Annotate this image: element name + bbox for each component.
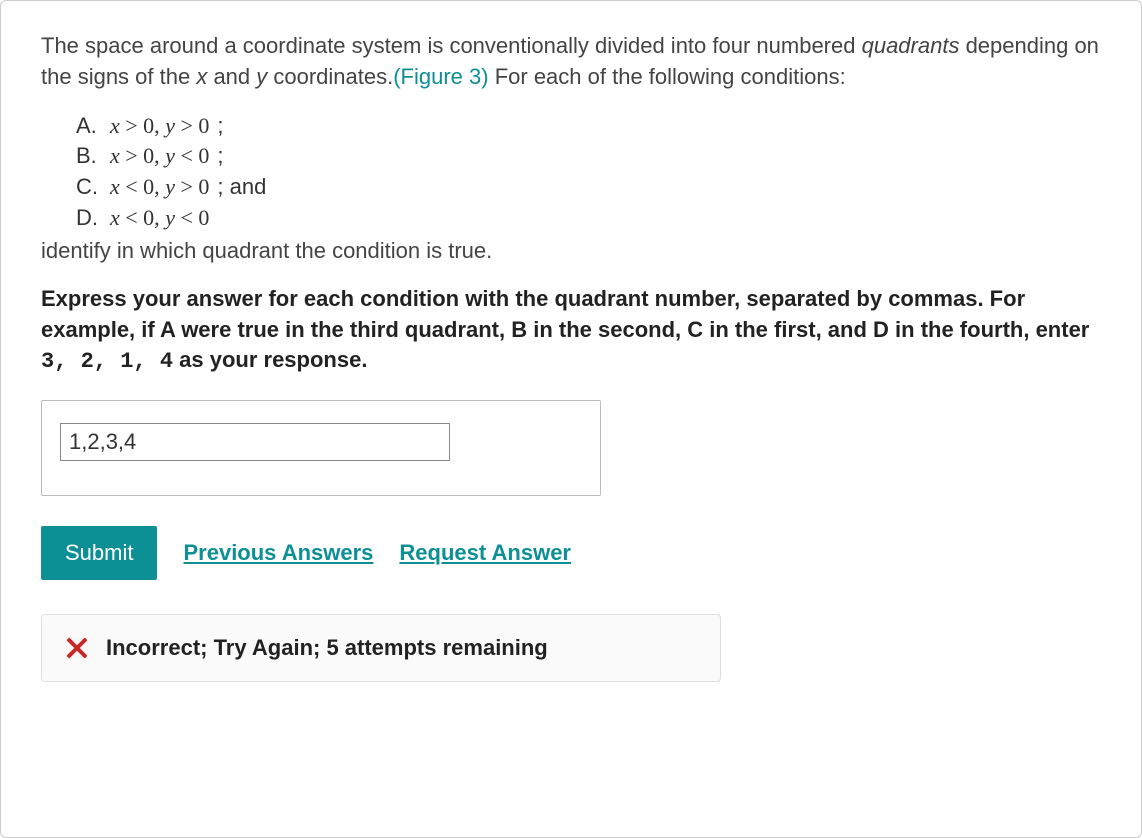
button-row: Submit Previous Answers Request Answer xyxy=(41,526,1101,580)
condition-b: B. x > 0, y < 0; xyxy=(76,141,1101,172)
submit-button[interactable]: Submit xyxy=(41,526,157,580)
figure-link[interactable]: (Figure 3) xyxy=(393,64,488,89)
question-panel: The space around a coordinate system is … xyxy=(0,0,1142,838)
previous-answers-link[interactable]: Previous Answers xyxy=(183,540,373,566)
intro-part4: For each of the following conditions: xyxy=(489,64,846,89)
intro-text: The space around a coordinate system is … xyxy=(41,31,1101,93)
instruction-mono: 3, 2, 1, 4 xyxy=(41,349,173,374)
quadrants-word: quadrants xyxy=(862,33,960,58)
letter-a: A. xyxy=(76,111,102,142)
suffix-b: ; xyxy=(217,141,223,172)
condition-c: C. x < 0, y > 0 ; and xyxy=(76,172,1101,203)
suffix-c: ; and xyxy=(217,172,266,203)
request-answer-link[interactable]: Request Answer xyxy=(399,540,571,566)
condition-d: D. x < 0, y < 0 xyxy=(76,203,1101,234)
math-d: x < 0, y < 0 xyxy=(110,203,209,234)
feedback-text: Incorrect; Try Again; 5 attempts remaini… xyxy=(106,635,548,661)
instruction-part1: Express your answer for each condition w… xyxy=(41,286,1089,342)
math-c: x < 0, y > 0 xyxy=(110,172,209,203)
identify-text: identify in which quadrant the condition… xyxy=(41,238,1101,264)
answer-box xyxy=(41,400,601,496)
x-var: x xyxy=(196,64,207,89)
feedback-box: Incorrect; Try Again; 5 attempts remaini… xyxy=(41,614,721,682)
conditions-list: A. x > 0, y > 0; B. x > 0, y < 0; C. x <… xyxy=(76,111,1101,234)
letter-b: B. xyxy=(76,141,102,172)
letter-d: D. xyxy=(76,203,102,234)
suffix-a: ; xyxy=(217,111,223,142)
math-a: x > 0, y > 0 xyxy=(110,111,209,142)
condition-a: A. x > 0, y > 0; xyxy=(76,111,1101,142)
answer-instruction: Express your answer for each condition w… xyxy=(41,284,1101,378)
incorrect-icon xyxy=(64,636,88,660)
y-var: y xyxy=(256,64,267,89)
letter-c: C. xyxy=(76,172,102,203)
intro-and: and xyxy=(207,64,256,89)
answer-input[interactable] xyxy=(60,423,450,461)
instruction-part2: as your response. xyxy=(173,347,367,372)
math-b: x > 0, y < 0 xyxy=(110,141,209,172)
intro-part3: coordinates. xyxy=(267,64,393,89)
intro-part1: The space around a coordinate system is … xyxy=(41,33,862,58)
